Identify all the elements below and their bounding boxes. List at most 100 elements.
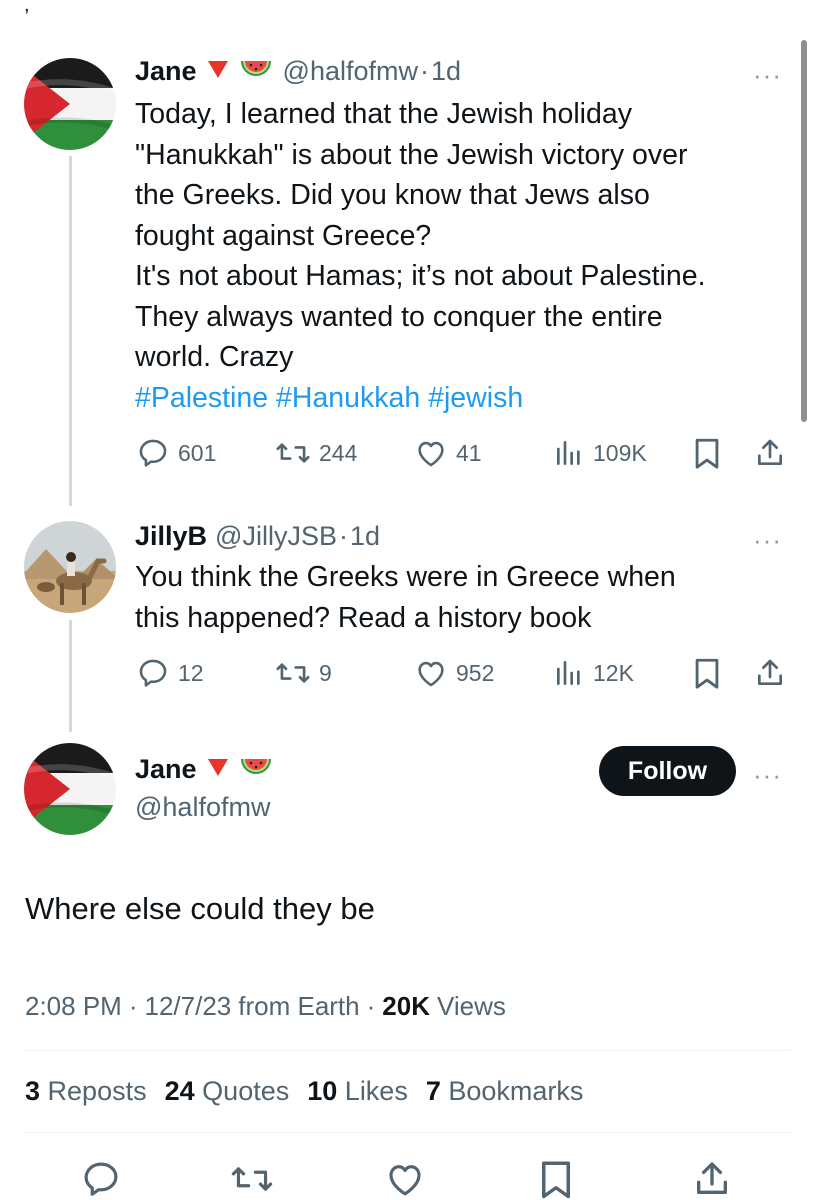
hashtags: #Palestine #Hanukkah #jewish xyxy=(135,378,706,419)
text-line: the Greeks. Did you know that Jews also xyxy=(135,179,650,211)
author-handle[interactable]: @JillyJSB xyxy=(215,521,337,552)
more-options-button[interactable]: ··· xyxy=(753,527,782,553)
share-icon xyxy=(692,1158,732,1200)
red-triangle-emoji xyxy=(207,757,229,782)
repost-icon xyxy=(275,436,311,470)
palestine-flag-avatar[interactable] xyxy=(24,743,116,835)
views-count: 20K xyxy=(382,991,430,1021)
quotes-label: Quotes xyxy=(202,1076,290,1106)
red-triangle-emoji xyxy=(207,59,229,84)
reply-icon xyxy=(136,656,170,690)
bookmark-button[interactable] xyxy=(692,436,722,470)
engagement-stats: 3 Reposts 24 Quotes 10 Likes 7 Bookmarks xyxy=(25,1076,583,1107)
like-icon xyxy=(384,1158,426,1200)
views-icon xyxy=(553,436,585,470)
like-button[interactable]: 41 xyxy=(414,436,482,470)
reply-button[interactable] xyxy=(80,1158,122,1200)
share-button[interactable] xyxy=(754,656,786,690)
author-name[interactable]: Jane xyxy=(135,56,197,87)
bookmark-button[interactable] xyxy=(538,1158,574,1200)
main-author-row: Jane xyxy=(135,754,273,785)
repost-count: 9 xyxy=(319,659,332,686)
scrollbar[interactable] xyxy=(801,40,807,422)
likes-stat[interactable]: 10 Likes xyxy=(307,1076,408,1107)
text-line: They always wanted to conquer the entire xyxy=(135,300,663,333)
repost-button[interactable]: 9 xyxy=(275,656,332,690)
reply-icon xyxy=(80,1158,122,1200)
like-count: 952 xyxy=(456,659,495,686)
hashtag-link[interactable]: #Hanukkah xyxy=(276,382,420,414)
text-line: fought against Greece? xyxy=(135,219,432,252)
tweet-time[interactable]: 2:08 PM xyxy=(25,991,122,1022)
bookmarks-count: 7 xyxy=(425,1076,441,1106)
palestine-flag-avatar[interactable] xyxy=(24,58,116,150)
separator: · xyxy=(420,56,429,86)
like-button[interactable] xyxy=(384,1158,426,1200)
views-count: 12K xyxy=(593,659,634,686)
bookmarks-label: Bookmarks xyxy=(448,1076,584,1106)
repost-button[interactable] xyxy=(230,1158,274,1200)
reposts-count: 3 xyxy=(25,1076,41,1106)
likes-count: 10 xyxy=(307,1076,338,1106)
top-fragment: , xyxy=(24,0,30,16)
author-name[interactable]: Jane xyxy=(135,754,197,785)
like-button[interactable]: 952 xyxy=(414,656,494,690)
text-line: It's not about Hamas; it’s not about Pal… xyxy=(135,260,706,292)
watermelon-emoji xyxy=(239,755,273,784)
author-handle[interactable]: @halfofmw xyxy=(283,56,418,87)
hashtag-link[interactable]: #jewish xyxy=(428,382,523,414)
bookmarks-stat[interactable]: 7 Bookmarks xyxy=(426,1076,584,1107)
views-button[interactable]: 109K xyxy=(553,436,647,470)
tweet-date[interactable]: 12/7/23 xyxy=(145,991,232,1022)
reply-count: 12 xyxy=(178,659,204,686)
reposts-stat[interactable]: 3 Reposts xyxy=(25,1076,147,1107)
bookmark-button[interactable] xyxy=(692,656,722,690)
share-icon xyxy=(754,656,786,690)
tweet-source: from Earth xyxy=(238,991,360,1021)
reposts-label: Reposts xyxy=(47,1076,147,1106)
text-line: Today, I learned that the Jewish holiday xyxy=(135,98,632,130)
like-icon xyxy=(414,436,448,470)
separator: · xyxy=(128,991,138,1021)
like-icon xyxy=(414,656,448,690)
repost-button[interactable]: 244 xyxy=(275,436,357,470)
follow-button[interactable]: Follow xyxy=(599,746,736,796)
quotes-stat[interactable]: 24 Quotes xyxy=(165,1076,290,1107)
hashtag-link[interactable]: #Palestine xyxy=(135,382,268,414)
camel-photo-avatar[interactable] xyxy=(24,521,116,613)
thread-line xyxy=(69,620,72,732)
bookmark-icon xyxy=(538,1158,574,1200)
author-name[interactable]: JillyB xyxy=(135,521,207,552)
views-button[interactable]: 12K xyxy=(553,656,634,690)
divider xyxy=(24,1132,790,1133)
divider xyxy=(24,1050,790,1051)
views-label: Views xyxy=(437,991,506,1021)
text-line: You think the Greeks were in Greece when xyxy=(135,561,676,593)
reply-count: 601 xyxy=(178,439,217,466)
share-button[interactable] xyxy=(754,436,786,470)
more-options-button[interactable]: ··· xyxy=(753,62,782,88)
text-line: "Hanukkah" is about the Jewish victory o… xyxy=(135,138,688,171)
reply-icon xyxy=(136,436,170,470)
views-icon xyxy=(553,656,585,690)
reply-button[interactable]: 601 xyxy=(136,436,216,470)
repost-count: 244 xyxy=(319,439,358,466)
like-count: 41 xyxy=(456,439,482,466)
thread-line xyxy=(69,156,72,506)
reply-button[interactable]: 12 xyxy=(136,656,204,690)
tweet-text: Today, I learned that the Jewish holiday… xyxy=(135,94,706,418)
separator: · xyxy=(338,521,348,551)
timestamp[interactable]: 1d xyxy=(350,521,380,552)
tweet-text: You think the Greeks were in Greece when… xyxy=(135,557,676,638)
author-handle[interactable]: @halfofmw xyxy=(135,792,270,823)
more-options-button[interactable]: ··· xyxy=(753,762,782,788)
share-button[interactable] xyxy=(692,1158,732,1200)
bookmark-icon xyxy=(692,436,722,470)
timestamp[interactable]: 1d xyxy=(431,56,461,87)
separator: · xyxy=(366,991,376,1021)
tweet-2-header: JillyB @JillyJSB · 1d xyxy=(135,521,380,552)
likes-label: Likes xyxy=(344,1076,408,1106)
tweet-meta: 2:08 PM · 12/7/23 from Earth · 20K Views xyxy=(25,991,506,1022)
quotes-count: 24 xyxy=(164,1076,195,1106)
repost-icon xyxy=(275,656,311,690)
